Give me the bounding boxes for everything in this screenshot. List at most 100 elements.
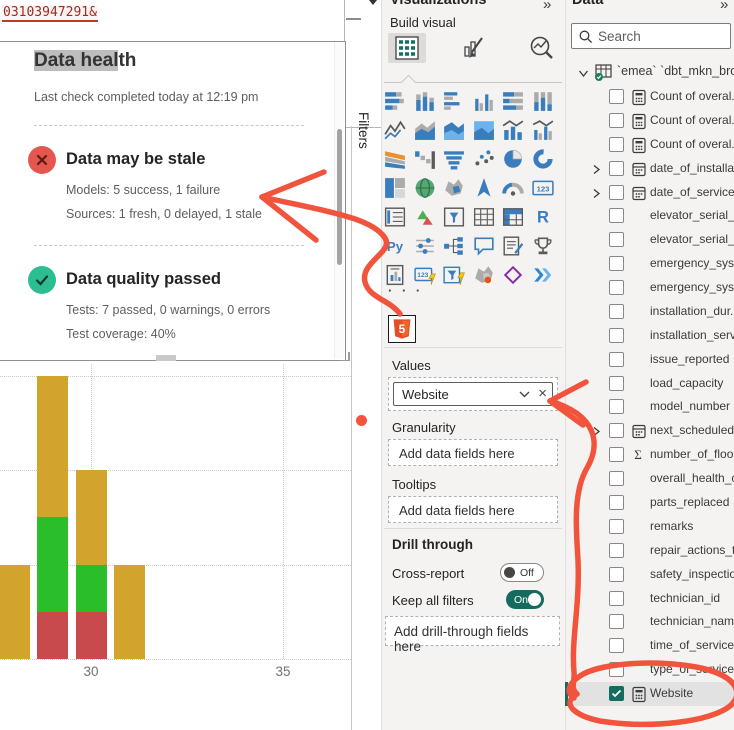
visual-icon-clustered-column-chart[interactable] [473,90,495,112]
visual-icon-donut-chart[interactable] [532,148,554,170]
values-well[interactable]: Website × [388,377,558,411]
visual-icon-line-and-clustered-column-chart[interactable] [532,119,554,141]
visual-icon-table[interactable] [473,206,495,228]
field-checkbox[interactable] [609,256,624,271]
visual-icon-scatter-chart[interactable] [473,148,495,170]
field-row-remarks[interactable]: remarks [565,515,734,539]
field-row-website[interactable]: Website [565,682,734,706]
collapse-pane-icon[interactable]: » [720,0,728,13]
visual-icon-matrix[interactable] [502,206,524,228]
visual-icon-azure-map[interactable] [473,177,495,199]
field-checkbox[interactable] [609,638,624,653]
visual-icon-kpi[interactable] [414,206,436,228]
field-row-count-of-overal-[interactable]: Count of overal... [565,85,734,109]
visual-icon-q-and-a[interactable] [473,235,495,257]
field-checkbox[interactable] [609,161,624,176]
field-row-model_number[interactable]: model_number [565,395,734,419]
field-row-time_of_service[interactable]: time_of_service [565,634,734,658]
field-checkbox[interactable] [609,567,624,582]
chevron-right-icon[interactable] [592,162,601,180]
field-row-overall_health_c-[interactable]: overall_health_c... [565,467,734,491]
collapse-pane-icon[interactable]: » [543,0,551,13]
report-textbox-value[interactable]: 03103947291& [2,5,98,22]
visual-icon-100-stacked-column-chart[interactable] [532,90,554,112]
field-checkbox[interactable] [609,543,624,558]
table-row-root[interactable]: `emea` `dbt_mkn_bron... [565,60,734,84]
field-checkbox[interactable] [609,328,624,343]
field-checkbox[interactable] [609,137,624,152]
visual-icon-filled-map[interactable] [443,177,465,199]
html-content-visual-icon[interactable]: 5 [388,315,416,343]
chevron-right-icon[interactable] [592,186,601,204]
chevron-right-icon[interactable] [592,424,601,442]
field-checkbox[interactable] [609,519,624,534]
field-row-technician_id[interactable]: technician_id [565,587,734,611]
visual-icon-metrics[interactable] [532,235,554,257]
tab-build-visual[interactable] [388,33,426,63]
field-checkbox[interactable] [609,686,624,701]
field-row-count-of-overal-[interactable]: Count of overal... [565,133,734,157]
visual-icon-r-script-visual[interactable]: R [532,206,554,228]
visual-icon-key-influencers[interactable] [414,235,436,257]
field-checkbox[interactable] [609,208,624,223]
field-row-count-of-overal-[interactable]: Count of overal... [565,109,734,133]
chevron-down-icon[interactable] [519,390,530,398]
field-checkbox[interactable] [609,471,624,486]
visual-icon-funnel-chart[interactable] [443,148,465,170]
field-row-next_scheduled-[interactable]: next_scheduled... [565,419,734,443]
bar-segment-gold[interactable] [114,565,145,660]
field-row-parts_replaced[interactable]: parts_replaced [565,491,734,515]
field-checkbox[interactable] [609,591,624,606]
scrollbar-thumb[interactable] [337,129,342,265]
remove-field-icon[interactable]: × [538,385,547,402]
scrollbar-track[interactable] [334,43,344,359]
field-checkbox[interactable] [609,113,624,128]
field-row-elevator_serial_-[interactable]: elevator_serial_... [565,228,734,252]
field-row-emergency_syst-[interactable]: emergency_syst... [565,276,734,300]
filters-pane-collapsed[interactable]: Filters [356,112,371,149]
field-row-elevator_serial_-[interactable]: elevator_serial_... [565,204,734,228]
field-row-emergency_syst-[interactable]: emergency_syst... [565,252,734,276]
field-row-number_of_floo-[interactable]: Σnumber_of_floo... [565,443,734,467]
drill-through-well[interactable]: Add drill-through fields here [385,616,560,646]
visual-icon-map[interactable] [414,177,436,199]
visual-icon-power-apps[interactable] [502,264,524,286]
visual-icon-gauge[interactable] [502,177,524,199]
field-checkbox[interactable] [609,232,624,247]
field-checkbox[interactable] [609,399,624,414]
visual-icon-multi-row-card[interactable] [384,206,406,228]
visual-icon-decomposition-tree[interactable] [443,235,465,257]
more-visuals-icon[interactable]: · · · [388,283,423,298]
visual-icon-card[interactable]: 123 [532,177,554,199]
visual-icon-line-chart[interactable] [384,119,406,141]
field-row-type_of_service[interactable]: type_of_service [565,658,734,682]
visual-icon-waterfall-chart[interactable] [414,148,436,170]
bar-segment-green[interactable] [76,565,107,612]
field-row-installation_serv-[interactable]: installation_serv... [565,324,734,348]
chevron-down-icon[interactable] [578,65,589,83]
field-row-date_of_installa-[interactable]: date_of_installa... [565,157,734,181]
stacked-column-chart-visual[interactable]: 3035 [0,361,351,730]
visual-icon-smart-narrative[interactable] [502,235,524,257]
field-chip-website[interactable]: Website × [393,382,553,406]
field-checkbox[interactable] [609,352,624,367]
field-checkbox[interactable] [609,89,624,104]
visual-icon-treemap[interactable] [384,177,406,199]
bar-segment-gold[interactable] [76,470,107,565]
visual-icon-power-automate[interactable] [532,264,554,286]
field-checkbox[interactable] [609,185,624,200]
visual-icon-stacked-column-chart[interactable] [414,90,436,112]
visual-icon-100-stacked-bar-chart[interactable] [502,90,524,112]
bar-segment-red[interactable] [76,612,107,659]
visual-icon-clustered-bar-chart[interactable] [443,90,465,112]
visual-icon-100-stacked-area-chart[interactable] [473,119,495,141]
field-row-repair_actions_t-[interactable]: repair_actions_t... [565,539,734,563]
minimize-icon[interactable]: — [346,10,361,27]
field-row-load_capacity[interactable]: load_capacity [565,372,734,396]
granularity-well[interactable]: Add data fields here [388,439,558,466]
bar-segment-red[interactable] [37,612,68,659]
field-row-safety_inspectio-[interactable]: safety_inspectio... [565,563,734,587]
field-checkbox[interactable] [609,662,624,677]
field-checkbox[interactable] [609,447,624,462]
bar-segment-green[interactable] [37,517,68,612]
